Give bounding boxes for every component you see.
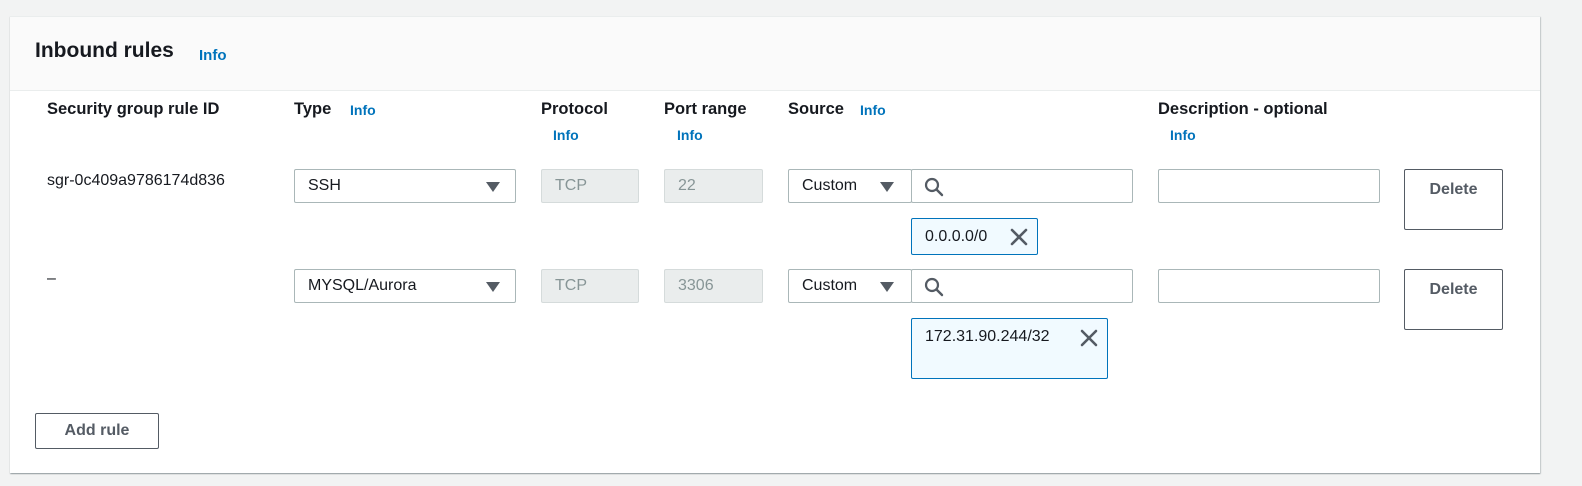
source-token: 0.0.0.0/0 (911, 218, 1038, 255)
port-range-value: 22 (678, 177, 696, 194)
caret-down-icon (880, 282, 894, 292)
column-header-protocol: Protocol (541, 100, 608, 118)
column-header-source: Source (788, 100, 844, 118)
protocol-value: TCP (555, 177, 587, 194)
description-info-link[interactable]: Info (1170, 127, 1196, 143)
column-header-description: Description - optional (1158, 100, 1328, 118)
delete-rule-label: Delete (1429, 281, 1478, 298)
type-select[interactable]: MYSQL/Aurora (294, 269, 516, 303)
port-range-field: 3306 (664, 269, 763, 303)
type-info-link[interactable]: Info (350, 102, 376, 118)
description-input[interactable] (1158, 169, 1380, 203)
source-token: 172.31.90.244/32 (911, 318, 1108, 379)
source-type-select[interactable]: Custom (788, 169, 912, 203)
add-rule-label: Add rule (64, 422, 130, 439)
panel-header: Inbound rules Info (10, 17, 1540, 91)
delete-rule-label: Delete (1429, 181, 1478, 198)
port-range-value: 3306 (678, 277, 714, 294)
port-range-field: 22 (664, 169, 763, 203)
type-select-value: MYSQL/Aurora (308, 277, 417, 294)
source-type-select[interactable]: Custom (788, 269, 912, 303)
protocol-field: TCP (541, 269, 639, 303)
panel-title: Inbound rules (35, 39, 174, 62)
close-icon[interactable] (1079, 328, 1099, 348)
protocol-value: TCP (555, 277, 587, 294)
description-input[interactable] (1158, 269, 1380, 303)
search-icon (924, 177, 944, 197)
caret-down-icon (486, 282, 500, 292)
column-header-port-range: Port range (664, 100, 747, 118)
search-icon (924, 277, 944, 297)
type-select-value: SSH (308, 177, 341, 194)
source-info-link[interactable]: Info (860, 102, 886, 118)
delete-rule-button[interactable]: Delete (1404, 169, 1503, 230)
column-header-type: Type (294, 100, 332, 118)
source-token-label: 0.0.0.0/0 (925, 228, 988, 245)
rule-id: sgr-0c409a9786174d836 (47, 172, 225, 189)
source-type-value: Custom (802, 177, 858, 194)
type-select[interactable]: SSH (294, 169, 516, 203)
protocol-field: TCP (541, 169, 639, 203)
delete-rule-button[interactable]: Delete (1404, 269, 1503, 330)
close-icon[interactable] (1009, 227, 1029, 247)
source-type-value: Custom (802, 277, 858, 294)
port-range-info-link[interactable]: Info (677, 127, 703, 143)
source-token-label: 172.31.90.244/32 (925, 328, 1050, 345)
column-header-rule-id: Security group rule ID (47, 100, 220, 118)
protocol-info-link[interactable]: Info (553, 127, 579, 143)
source-search-input[interactable] (911, 169, 1133, 203)
source-search-input[interactable] (911, 269, 1133, 303)
panel-info-link[interactable]: Info (199, 47, 227, 64)
caret-down-icon (880, 182, 894, 192)
add-rule-button[interactable]: Add rule (35, 413, 159, 449)
caret-down-icon (486, 182, 500, 192)
rule-id: – (47, 270, 56, 287)
inbound-rules-panel: Inbound rules Info Security group rule I… (10, 16, 1540, 473)
